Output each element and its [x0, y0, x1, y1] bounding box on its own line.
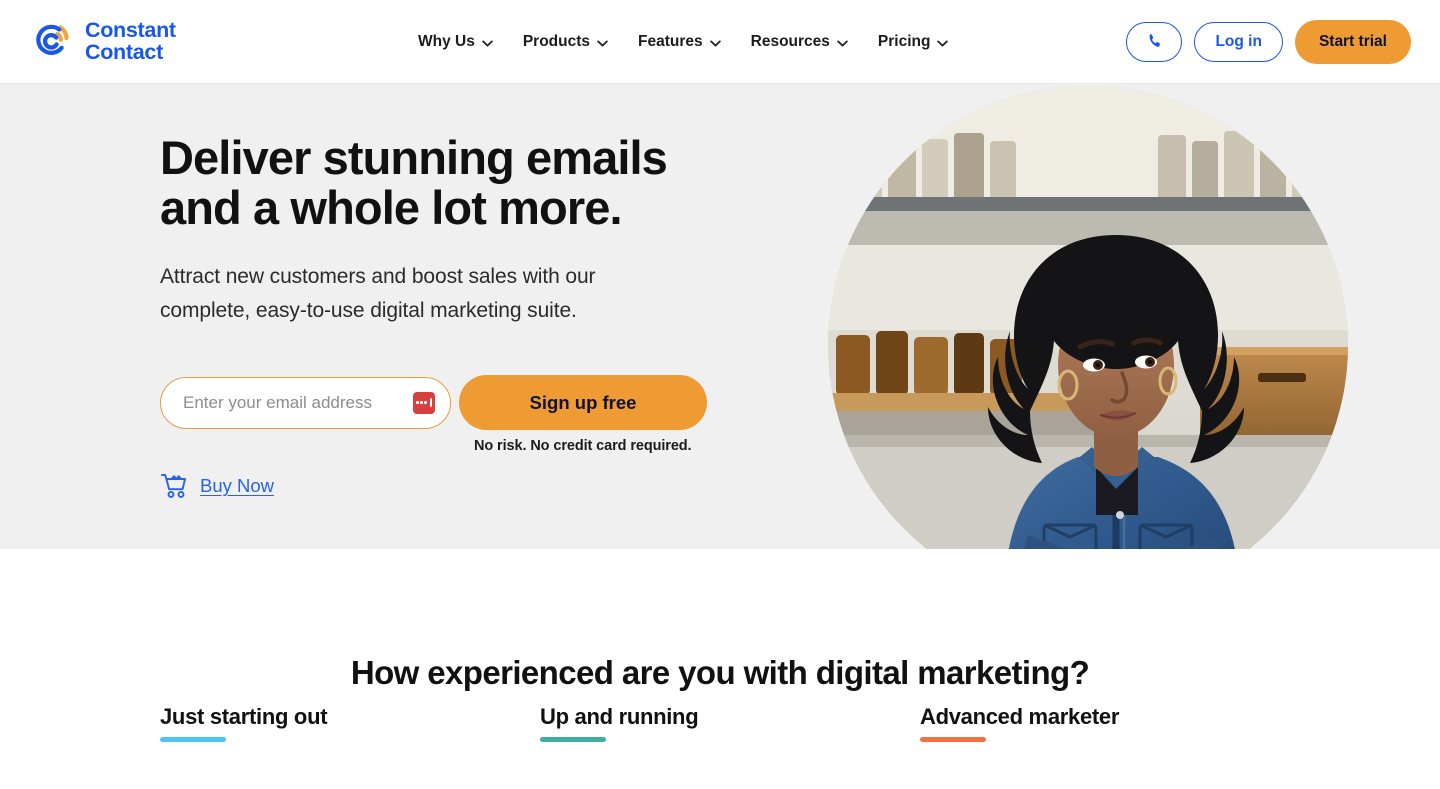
- experience-underline-bar: [920, 737, 986, 742]
- experience-section: How experienced are you with digital mar…: [0, 549, 1440, 789]
- signup-free-button[interactable]: Sign up free: [459, 375, 707, 430]
- experience-column-up-and-running[interactable]: Up and running: [540, 704, 920, 742]
- experience-underline-bar: [160, 737, 226, 742]
- buy-now-row[interactable]: Buy Now: [160, 473, 780, 499]
- chevron-down-icon: [597, 38, 608, 47]
- hero-section: Deliver stunning emails and a whole lot …: [0, 84, 1440, 549]
- experience-column-title: Just starting out: [160, 704, 328, 729]
- start-trial-button[interactable]: Start trial: [1294, 20, 1411, 64]
- nav-item-label: Why Us: [418, 33, 475, 50]
- main-navigation: Why Us Products Features Resources Prici…: [418, 0, 963, 84]
- hero-copy: Deliver stunning emails and a whole lot …: [160, 133, 780, 499]
- email-field-wrapper: [160, 376, 451, 429]
- password-manager-icon[interactable]: [413, 391, 435, 414]
- nav-item-why-us[interactable]: Why Us: [418, 0, 508, 84]
- header-actions: Log in Start trial: [1126, 0, 1411, 84]
- nav-item-features[interactable]: Features: [623, 0, 736, 84]
- nav-item-label: Pricing: [877, 33, 931, 50]
- signup-form: Sign up free: [160, 375, 780, 430]
- experience-columns: Just starting out Up and running Advance…: [0, 704, 1440, 742]
- experience-column-starting-out[interactable]: Just starting out: [160, 704, 540, 742]
- nav-item-label: Resources: [750, 33, 830, 50]
- nav-item-products[interactable]: Products: [508, 0, 623, 84]
- nav-item-label: Products: [522, 33, 591, 50]
- experience-underline-bar: [540, 737, 606, 742]
- chevron-down-icon: [482, 38, 493, 47]
- chevron-down-icon: [837, 38, 848, 47]
- nav-item-label: Features: [638, 33, 703, 50]
- chevron-down-icon: [937, 38, 949, 47]
- email-input[interactable]: [160, 376, 451, 429]
- hero-photo: [828, 85, 1348, 549]
- signup-disclaimer: No risk. No credit card required.: [474, 438, 692, 454]
- experience-heading: How experienced are you with digital mar…: [350, 654, 1090, 691]
- chevron-down-icon: [709, 38, 721, 47]
- nav-item-pricing[interactable]: Pricing: [863, 0, 964, 84]
- buy-now-link[interactable]: Buy Now: [200, 475, 274, 497]
- brand-wordmark: Constant Contact: [85, 17, 176, 64]
- nav-item-resources[interactable]: Resources: [736, 0, 863, 84]
- phone-icon: [1146, 32, 1163, 52]
- hero-subtitle: Attract new customers and boost sales wi…: [160, 265, 596, 322]
- constant-contact-circle-logo-icon: [29, 19, 75, 65]
- site-header: Constant Contact Why Us Products Feature…: [0, 0, 1440, 84]
- experience-column-advanced-marketer[interactable]: Advanced marketer: [920, 704, 1300, 742]
- login-button[interactable]: Log in: [1194, 22, 1283, 62]
- call-us-button[interactable]: [1126, 22, 1183, 62]
- hero-title: Deliver stunning emails and a whole lot …: [160, 131, 668, 234]
- brand-logo-link[interactable]: Constant Contact: [29, 19, 176, 65]
- experience-column-title: Advanced marketer: [920, 704, 1120, 729]
- experience-column-title: Up and running: [540, 704, 699, 729]
- shopping-cart-icon: [160, 473, 188, 499]
